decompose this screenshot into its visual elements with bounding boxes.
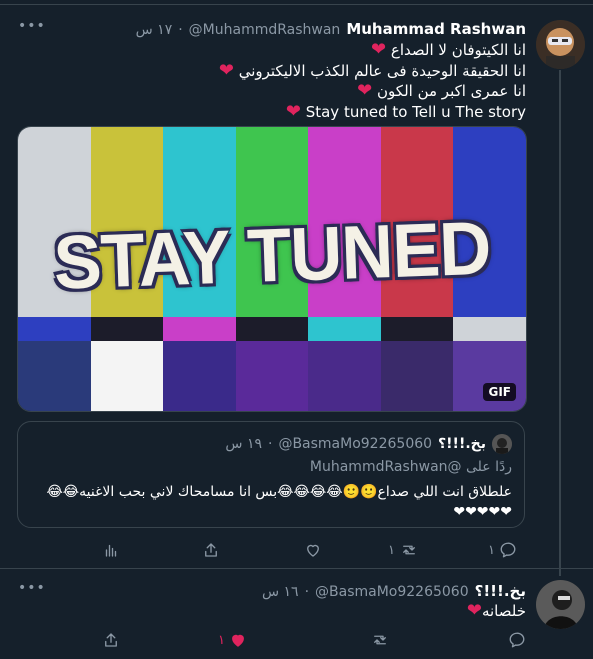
quoted-tweet-time: ١٩ س [225, 436, 262, 452]
retweet-count: ١ [388, 542, 395, 558]
quoted-tweet[interactable]: ١٩ س · @BasmaMo92265060 بخ.!!!؟ ردًا على… [17, 421, 525, 528]
reply-tweet-text: خلصانه❤ [466, 600, 526, 621]
tweet-time[interactable]: ١٧ س [136, 22, 173, 38]
tweet-text: انا الكيتوفان لا الصداع ❤ انا الحقيقة ال… [219, 40, 526, 122]
reply-mention: @MuhammdRashwan [309, 459, 462, 475]
share-icon [205, 543, 217, 557]
tweet-line: انا عمرى اكبر من الكون ❤ [357, 80, 526, 101]
quoted-tweet-author-name: بخ.!!!؟ [438, 436, 486, 452]
tweet-line: انا الكيتوفان لا الصداع ❤ [371, 39, 526, 60]
avatar[interactable] [536, 20, 585, 69]
separator-dot: · [304, 584, 310, 600]
gif-stay-tuned-text: STAY TUNED [52, 206, 492, 306]
red-heart-emoji: ❤ [371, 39, 387, 60]
tweet-handle[interactable]: @MuhammdRashwan [189, 22, 341, 38]
separator-dot: · [178, 22, 183, 38]
retweet-icon [374, 635, 386, 645]
tweet-divider [0, 568, 593, 569]
red-heart-emoji: ❤ [466, 600, 482, 621]
reply-tweet-header: ١٦ س · @BasmaMo92265060 بخ.!!!؟ [262, 582, 526, 600]
avatar[interactable] [536, 580, 585, 629]
tweet-line: Stay tuned to Tell u The story ❤ [285, 100, 526, 122]
quoted-tweet-handle: @BasmaMo92265060 [278, 436, 433, 452]
more-icon[interactable]: ••• [18, 18, 46, 34]
tweet-actions: ١ ١ [0, 540, 593, 560]
tweet-line: انا الحقيقة الوحيدة فى عالم الكذب الاليك… [218, 59, 526, 81]
reply-tweet-author-name[interactable]: بخ.!!!؟ [475, 582, 526, 600]
color-bars-bottom [18, 341, 526, 411]
retweet-button[interactable] [370, 631, 390, 649]
retweet-button[interactable]: ١ [388, 541, 419, 559]
reply-tweet-time[interactable]: ١٦ س [262, 584, 299, 600]
red-heart-emoji: ❤ [218, 59, 234, 81]
quoted-tweet-reply-context: ردًا على @MuhammdRashwan [310, 459, 512, 475]
more-icon[interactable]: ••• [18, 580, 46, 596]
separator-dot: · [267, 436, 273, 452]
reply-tweet-handle[interactable]: @BasmaMo92265060 [315, 584, 469, 600]
tweet-author-name[interactable]: Muhammad Rashwan [346, 20, 526, 38]
reply-button[interactable] [508, 631, 526, 649]
red-heart-emoji: ❤ [285, 100, 301, 122]
red-heart-emoji: ❤ [357, 80, 373, 101]
reply-prefix: ردًا على [466, 459, 512, 475]
tweet-header: ١٧ س · @MuhammdRashwan Muhammad Rashwan [136, 20, 526, 38]
quoted-tweet-text: علطلاق انت اللي صداع🙂🙂😂😂😂😂بس انا مسامحاك… [46, 484, 512, 520]
gif-media[interactable]: STAY TUNED GIF [17, 126, 527, 412]
heart-icon [232, 634, 244, 647]
share-button[interactable] [102, 631, 120, 649]
retweet-icon [403, 545, 415, 555]
reply-icon [509, 632, 525, 648]
analytics-button[interactable] [102, 541, 120, 559]
share-button[interactable] [202, 541, 220, 559]
like-button[interactable]: ١ [218, 631, 247, 649]
gif-badge: GIF [483, 383, 516, 401]
like-count: ١ [218, 632, 225, 648]
top-divider [0, 4, 593, 5]
quoted-tweet-header: ١٩ س · @BasmaMo92265060 بخ.!!!؟ [225, 434, 512, 454]
quoted-tweet-avatar [492, 434, 512, 454]
heart-icon [307, 544, 319, 557]
reply-count: ١ [488, 542, 495, 558]
analytics-icon [105, 544, 117, 557]
thread-line [559, 70, 561, 576]
reply-button[interactable]: ١ [488, 541, 517, 559]
reply-tweet-actions: ١ [0, 630, 593, 650]
like-button[interactable] [304, 541, 322, 559]
share-icon [105, 633, 117, 647]
reply-icon [500, 542, 516, 558]
color-bars-middle [18, 317, 526, 341]
